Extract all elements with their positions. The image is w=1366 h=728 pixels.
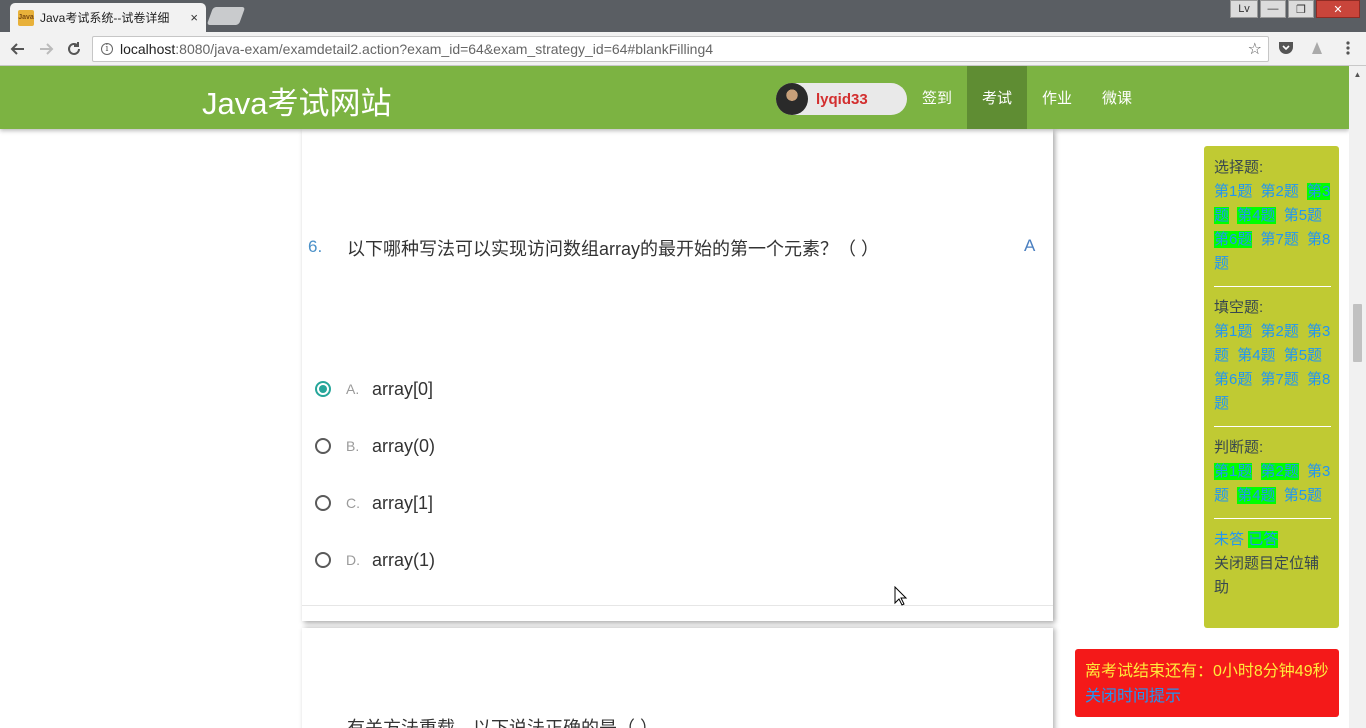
page-scrollbar[interactable]: ▲ xyxy=(1349,66,1366,728)
extension-icon[interactable] xyxy=(1309,40,1325,56)
page-viewport: Java考试网站 lyqid33 签到 考试 作业 微课 6. 以下哪种写法可以… xyxy=(0,66,1349,728)
close-timer-link[interactable]: 关闭时间提示 xyxy=(1085,684,1339,709)
option-text: array(1) xyxy=(372,549,436,570)
divider xyxy=(1214,426,1331,427)
window-controls: Lv — ❐ ✕ xyxy=(1228,0,1360,18)
scroll-up-icon[interactable]: ▲ xyxy=(1349,66,1366,83)
blank-question-link-1[interactable]: 第1题 xyxy=(1214,323,1252,340)
choice-links: 第1题 第2题 第3题 第4题 第5题 第6题 第7题 第8题 xyxy=(1214,180,1331,276)
blank-links: 第1题 第2题 第3题 第4题 第5题 第6题 第7题 第8题 xyxy=(1214,320,1331,416)
option-d[interactable]: D. array(1) xyxy=(315,548,435,572)
judge-question-link-1[interactable]: 第1题 xyxy=(1214,463,1253,480)
java-favicon-icon: Java xyxy=(18,9,34,26)
option-letter: D. xyxy=(346,552,360,568)
choice-question-link-4[interactable]: 第4题 xyxy=(1237,207,1276,224)
choice-question-link-7[interactable]: 第7题 xyxy=(1261,231,1299,248)
judge-section-title: 判断题: xyxy=(1214,439,1264,456)
option-b[interactable]: B. array(0) xyxy=(315,434,435,458)
menu-dots-icon[interactable] xyxy=(1340,40,1356,56)
legend-answered: 已答 xyxy=(1248,531,1279,548)
nav-checkin[interactable]: 签到 xyxy=(907,66,967,129)
blank-question-link-4[interactable]: 第4题 xyxy=(1237,347,1275,364)
username: lyqid33 xyxy=(816,90,868,108)
nav-homework[interactable]: 作业 xyxy=(1027,66,1087,129)
question-answer: A xyxy=(1024,236,1036,255)
choice-question-link-6[interactable]: 第6题 xyxy=(1214,231,1253,248)
scroll-thumb[interactable] xyxy=(1353,304,1362,362)
judge-links: 第1题 第2题 第3题 第4题 第5题 xyxy=(1214,460,1331,508)
question-number: 6. xyxy=(308,237,323,256)
exam-timer: 离考试结束还有：0小时8分钟49秒 关闭时间提示 xyxy=(1075,649,1339,717)
blank-section-title: 填空题: xyxy=(1214,299,1264,316)
timer-text: 离考试结束还有：0小时8分钟49秒 xyxy=(1085,663,1329,680)
legend-unanswered: 未答 xyxy=(1214,531,1245,548)
radio-checked-icon[interactable] xyxy=(315,381,331,397)
address-bar[interactable]: i localhost:8080/java-exam/examdetail2.a… xyxy=(92,36,1269,62)
browser-titlebar: Java Java考试系统--试卷详细 × Lv — ❐ ✕ xyxy=(0,0,1366,32)
minimize-icon[interactable]: — xyxy=(1260,0,1286,18)
user-chip[interactable]: lyqid33 xyxy=(776,83,907,115)
option-text: array(0) xyxy=(372,435,436,456)
pocket-icon[interactable] xyxy=(1278,40,1294,56)
site-info-icon[interactable]: i xyxy=(101,43,113,55)
window-close-icon[interactable]: ✕ xyxy=(1316,0,1360,18)
tab-close-icon[interactable]: × xyxy=(190,10,198,25)
question-nav-panel: 选择题: 第1题 第2题 第3题 第4题 第5题 第6题 第7题 第8题 填空题… xyxy=(1204,146,1339,628)
option-text: array[1] xyxy=(372,492,434,513)
radio-icon[interactable] xyxy=(315,495,331,511)
option-a[interactable]: A. array[0] xyxy=(315,377,433,401)
choice-question-link-2[interactable]: 第2题 xyxy=(1261,183,1299,200)
option-c[interactable]: C. array[1] xyxy=(315,491,433,515)
mouse-cursor-icon xyxy=(894,586,908,606)
blank-question-link-2[interactable]: 第2题 xyxy=(1261,323,1299,340)
question-text: 以下哪种写法可以实现访问数组array的最开始的第一个元素？（ ） xyxy=(347,239,880,259)
judge-question-link-5[interactable]: 第5题 xyxy=(1284,487,1322,504)
profile-button[interactable]: Lv xyxy=(1230,0,1258,18)
question-card: 6. 以下哪种写法可以实现访问数组array的最开始的第一个元素？（ ） A A… xyxy=(302,129,1053,621)
nav-microlesson[interactable]: 微课 xyxy=(1087,66,1147,129)
back-arrow-icon[interactable] xyxy=(6,37,30,61)
browser-tab[interactable]: Java Java考试系统--试卷详细 × xyxy=(10,3,206,32)
next-question-card: 有关方法重载，以下说法正确的是（ ） xyxy=(302,628,1053,728)
bookmark-star-icon[interactable]: ☆ xyxy=(1248,39,1262,59)
option-letter: C. xyxy=(346,495,360,511)
new-tab-button[interactable] xyxy=(206,7,246,25)
option-letter: A. xyxy=(346,381,360,397)
blank-question-link-5[interactable]: 第5题 xyxy=(1284,347,1322,364)
close-locator-helper-link[interactable]: 关闭题目定位辅助 xyxy=(1214,552,1331,600)
judge-question-link-4[interactable]: 第4题 xyxy=(1237,487,1276,504)
tab-title: Java考试系统--试卷详细 xyxy=(40,11,170,25)
site-header: Java考试网站 lyqid33 签到 考试 作业 微课 xyxy=(0,66,1349,129)
browser-toolbar: i localhost:8080/java-exam/examdetail2.a… xyxy=(0,32,1366,66)
choice-section-title: 选择题: xyxy=(1214,159,1264,176)
maximize-icon[interactable]: ❐ xyxy=(1288,0,1314,18)
card-divider xyxy=(302,605,1053,606)
divider xyxy=(1214,286,1331,287)
judge-question-link-2[interactable]: 第2题 xyxy=(1260,463,1299,480)
radio-icon[interactable] xyxy=(315,552,331,568)
site-title[interactable]: Java考试网站 xyxy=(202,78,391,123)
forward-arrow-icon[interactable] xyxy=(34,37,58,61)
reload-icon[interactable] xyxy=(62,37,86,61)
url-text[interactable]: localhost:8080/java-exam/examdetail2.act… xyxy=(120,41,713,57)
option-text: array[0] xyxy=(372,378,434,399)
choice-question-link-5[interactable]: 第5题 xyxy=(1284,207,1322,224)
nav-exam[interactable]: 考试 xyxy=(967,66,1027,129)
choice-question-link-1[interactable]: 第1题 xyxy=(1214,183,1252,200)
blank-question-link-6[interactable]: 第6题 xyxy=(1214,371,1252,388)
avatar xyxy=(776,83,808,115)
divider xyxy=(1214,518,1331,519)
blank-question-link-7[interactable]: 第7题 xyxy=(1261,371,1299,388)
next-question-text: 有关方法重载，以下说法正确的是（ ） xyxy=(347,718,658,728)
option-letter: B. xyxy=(346,438,360,454)
radio-icon[interactable] xyxy=(315,438,331,454)
